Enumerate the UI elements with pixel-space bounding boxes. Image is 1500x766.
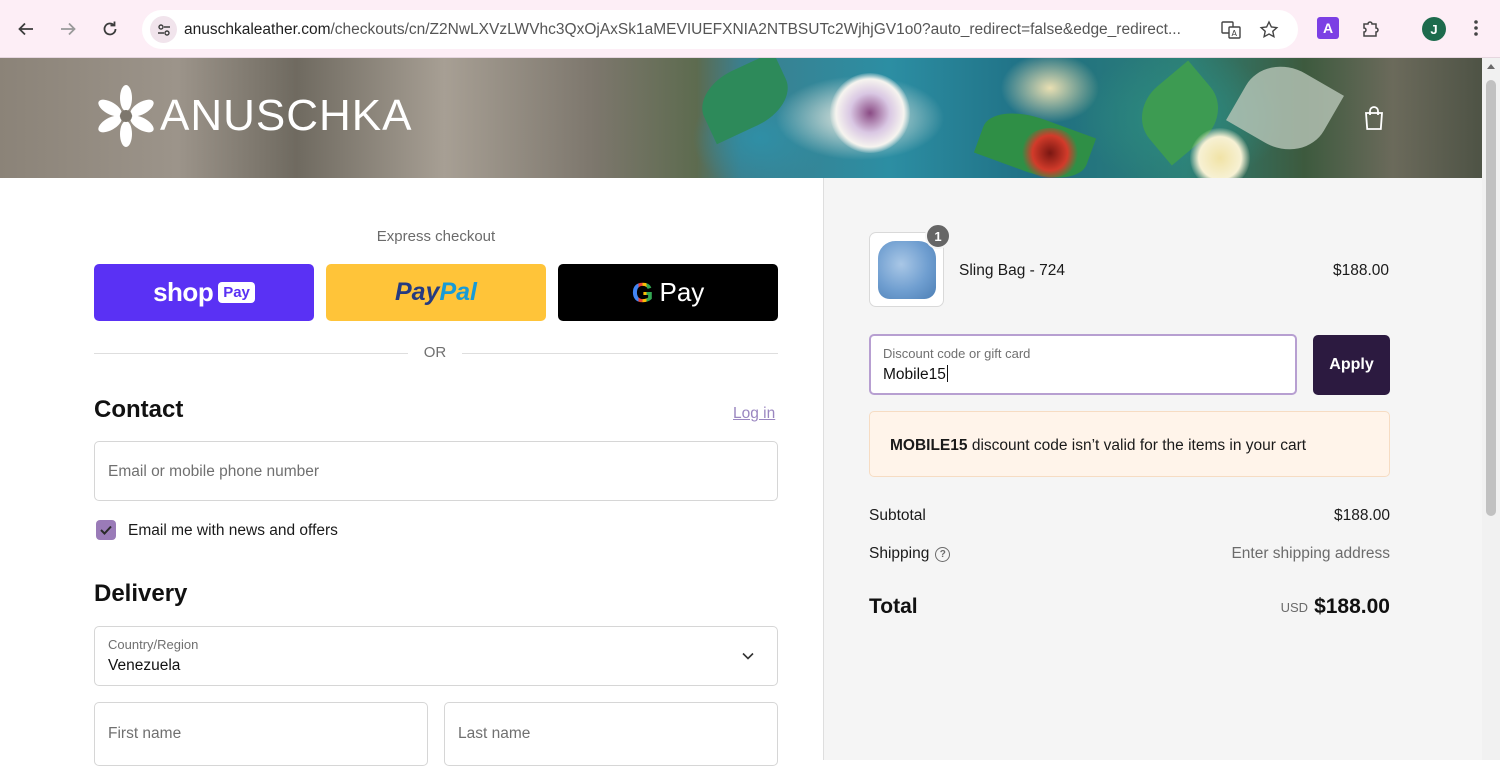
extension-letter: A — [1322, 20, 1334, 36]
url-host: anuschkaleather.com — [184, 21, 331, 38]
shipping-value: Enter shipping address — [1231, 545, 1390, 562]
product-price: $188.00 — [1332, 262, 1389, 279]
brand-logo[interactable]: ANUSCHKA — [96, 84, 413, 148]
forward-icon[interactable] — [55, 16, 81, 42]
page-scrollbar[interactable] — [1482, 58, 1500, 760]
product-image — [878, 241, 936, 299]
divider-left — [94, 353, 408, 354]
contact-heading: Contact — [94, 396, 184, 423]
apply-discount-button[interactable]: Apply — [1313, 335, 1390, 395]
discount-code-input[interactable]: Discount code or gift card Mobile15 — [869, 334, 1297, 395]
subtotal-value: $188.00 — [1333, 507, 1390, 524]
total-amount: $188.00 — [1314, 595, 1390, 618]
newsletter-checkbox[interactable] — [96, 520, 116, 540]
quantity-badge: 1 — [925, 223, 951, 249]
translate-icon[interactable]: A — [1220, 19, 1242, 41]
profile-avatar[interactable]: J — [1422, 17, 1446, 41]
first-name-field[interactable]: First name — [94, 702, 428, 766]
url-text: anuschkaleather.com/checkouts/cn/Z2NwLXV… — [184, 21, 1214, 39]
discount-error-banner: MOBILE15 discount code isn’t valid for t… — [869, 411, 1390, 477]
flower-logo-icon — [98, 85, 154, 147]
back-icon[interactable] — [13, 16, 39, 42]
country-value: Venezuela — [108, 657, 181, 674]
total-row: USD $188.00 — [1189, 595, 1390, 619]
paypal-button[interactable]: Pay Pal — [326, 264, 546, 321]
last-name-placeholder: Last name — [458, 725, 531, 742]
discount-value-text: Mobile15 — [883, 366, 946, 383]
shop-pay-pill: Pay — [218, 282, 255, 303]
menu-kebab-icon[interactable] — [1465, 17, 1487, 39]
discount-value: Mobile15 — [883, 365, 948, 384]
discount-label: Discount code or gift card — [883, 346, 1031, 361]
google-pay-button[interactable]: G Pay — [558, 264, 778, 321]
paypal-wordmark-part1: Pay — [394, 278, 440, 306]
or-divider-text: OR — [423, 344, 447, 361]
order-summary: 1 Sling Bag - 724 $188.00 Discount code … — [823, 178, 1482, 760]
newsletter-label[interactable]: Email me with news and offers — [128, 522, 338, 540]
shipping-label: Shipping — [869, 545, 930, 562]
delivery-heading: Delivery — [94, 580, 188, 607]
url-path: /checkouts/cn/Z2NwLXVzLWVhc3QxOjAxSk1aME… — [330, 21, 1181, 38]
login-link[interactable]: Log in — [733, 405, 775, 423]
address-bar[interactable]: anuschkaleather.com/checkouts/cn/Z2NwLXV… — [142, 10, 1298, 49]
last-name-field[interactable]: Last name — [444, 702, 778, 766]
svg-text:A: A — [1232, 29, 1238, 38]
checkout-main: Express checkout shop Pay Pay Pal G Pay O… — [0, 178, 823, 766]
total-label: Total — [869, 595, 918, 618]
discount-error-code: MOBILE15 — [890, 437, 968, 454]
discount-error-message: MOBILE15 discount code isn’t valid for t… — [890, 437, 1306, 455]
checkmark-icon — [100, 525, 112, 535]
browser-toolbar: anuschkaleather.com/checkouts/cn/Z2NwLXV… — [0, 0, 1500, 58]
email-field[interactable]: Email or mobile phone number — [94, 441, 778, 501]
subtotal-label: Subtotal — [869, 507, 926, 524]
google-g-icon: G — [631, 276, 654, 308]
total-currency: USD — [1280, 600, 1309, 615]
google-pay-label: Pay — [659, 277, 705, 307]
country-select[interactable]: Country/Region Venezuela — [94, 626, 778, 686]
shipping-row: Shipping? — [869, 545, 951, 563]
help-question-icon[interactable]: ? — [935, 547, 951, 562]
product-name: Sling Bag - 724 — [959, 262, 1065, 279]
divider-right — [462, 353, 778, 354]
reload-icon[interactable] — [97, 16, 123, 42]
logo-text: ANUSCHKA — [160, 91, 413, 140]
scrollbar-thumb[interactable] — [1486, 80, 1496, 516]
text-caret — [946, 365, 948, 382]
bookmark-star-icon[interactable] — [1258, 19, 1280, 41]
email-placeholder: Email or mobile phone number — [108, 463, 320, 480]
chevron-down-icon — [741, 649, 755, 663]
discount-error-text: discount code isn’t valid for the items … — [967, 437, 1307, 454]
extensions-puzzle-icon[interactable] — [1360, 17, 1382, 39]
express-checkout-label: Express checkout — [376, 228, 496, 245]
first-name-placeholder: First name — [108, 725, 182, 742]
extension-icon[interactable]: A — [1317, 17, 1339, 39]
paypal-wordmark-part2: Pal — [439, 278, 477, 306]
country-label: Country/Region — [108, 637, 199, 652]
site-info-icon[interactable] — [150, 16, 177, 43]
shop-pay-wordmark: shop — [153, 277, 214, 307]
cart-bag-icon[interactable] — [1362, 104, 1386, 132]
shop-pay-button[interactable]: shop Pay — [94, 264, 314, 321]
scroll-up-icon[interactable] — [1487, 64, 1495, 69]
